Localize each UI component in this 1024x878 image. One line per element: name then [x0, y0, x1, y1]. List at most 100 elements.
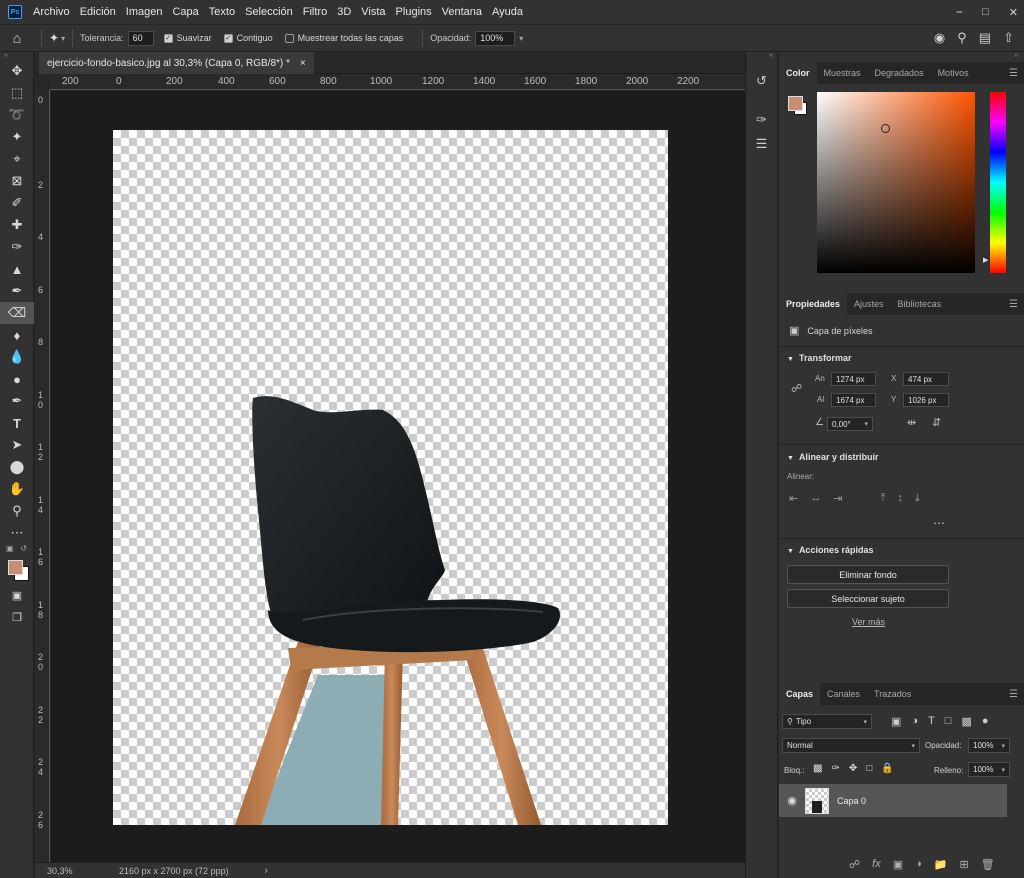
tab-gradients[interactable]: Degradados [868, 62, 931, 84]
eraser-tool-icon[interactable]: ⌫ [0, 302, 34, 324]
panel-menu-icon[interactable]: ☰ [1009, 68, 1018, 79]
paint-bucket-tool-icon[interactable]: ♦ [0, 324, 34, 346]
layer-opacity-input[interactable]: 100% ▾ [968, 738, 1010, 753]
chevron-down-icon[interactable]: ▾ [61, 34, 65, 43]
blur-tool-icon[interactable]: 💧 [0, 346, 34, 368]
tab-patterns[interactable]: Motivos [931, 62, 976, 84]
menu-filtro[interactable]: Filtro [298, 0, 332, 24]
remove-background-button[interactable]: Eliminar fondo [787, 565, 949, 584]
tab-swatches[interactable]: Muestras [817, 62, 868, 84]
default-colors-icon[interactable]: ▣ [6, 544, 14, 556]
menu-ayuda[interactable]: Ayuda [487, 0, 528, 24]
menu-seleccion[interactable]: Selección [240, 0, 298, 24]
align-left-icon[interactable]: ⇤ [789, 492, 798, 505]
opacity-input[interactable]: 100% [475, 30, 516, 46]
link-icon[interactable]: ☍ [791, 382, 802, 395]
visibility-eye-icon[interactable]: ◉ [779, 794, 805, 807]
brush-settings-icon[interactable]: ✑ [746, 108, 777, 132]
hue-slider[interactable] [990, 92, 1006, 273]
width-input[interactable]: 1274 px [831, 372, 876, 386]
menu-capa[interactable]: Capa [167, 0, 203, 24]
hue-slider-handle[interactable]: ▶ [983, 256, 988, 264]
frame-tool-icon[interactable]: ⊠ [0, 170, 34, 192]
hand-tool-icon[interactable]: ✋ [0, 478, 34, 500]
history-brush-tool-icon[interactable]: ✒ [0, 280, 34, 302]
type-tool-icon[interactable]: T [0, 412, 34, 434]
contiguous-option[interactable]: ✓ Contiguo [223, 33, 273, 43]
tab-paths[interactable]: Trazados [867, 683, 918, 705]
delete-layer-icon[interactable]: 🗑 [981, 858, 995, 871]
screen-mode-icon[interactable]: ❐ [0, 606, 34, 628]
align-center-v-icon[interactable]: ↕ [897, 492, 903, 505]
adjustment-layer-icon[interactable]: ◑ [915, 858, 922, 871]
quick-actions-section-header[interactable]: ▼ Acciones rápidas [787, 545, 873, 555]
checkbox-unchecked-icon[interactable] [284, 33, 294, 43]
move-tool-icon[interactable]: ✥ [0, 60, 34, 82]
foreground-color-swatch[interactable] [788, 96, 803, 111]
add-mask-icon[interactable]: ▣ [893, 858, 903, 871]
tab-adjustments[interactable]: Ajustes [847, 293, 891, 315]
collapse-icon[interactable]: » [0, 52, 33, 60]
link-layers-icon[interactable]: ☍ [849, 858, 860, 871]
home-icon[interactable]: ⌂ [0, 30, 34, 46]
color-picker-field[interactable] [817, 92, 975, 273]
align-top-icon[interactable]: ⤒ [880, 492, 885, 505]
eyedropper-tool-icon[interactable]: ✐ [0, 192, 34, 214]
collapse-icon[interactable]: « [746, 52, 777, 64]
new-layer-icon[interactable]: ⊞ [959, 858, 968, 871]
filter-pixel-icon[interactable]: ▣ [891, 715, 901, 728]
panel-menu-icon[interactable]: ☰ [1009, 299, 1018, 310]
path-selection-tool-icon[interactable]: ➤ [0, 434, 34, 456]
lasso-tool-icon[interactable]: ➰ [0, 104, 34, 126]
blend-mode-select[interactable]: Normal ▾ [782, 738, 920, 753]
marquee-tool-icon[interactable]: ⬚ [0, 82, 34, 104]
menu-3d[interactable]: 3D [332, 0, 356, 24]
menu-texto[interactable]: Texto [204, 0, 240, 24]
smooth-option[interactable]: ✓ Suavizar [163, 33, 212, 43]
menu-plugins[interactable]: Plugins [391, 0, 437, 24]
tab-layers[interactable]: Capas [779, 683, 821, 705]
tab-properties[interactable]: Propiedades [779, 293, 848, 315]
align-bottom-icon[interactable]: ⤓ [915, 492, 920, 505]
dodge-tool-icon[interactable]: ● [0, 368, 34, 390]
tab-libraries[interactable]: Bibliotecas [891, 293, 949, 315]
sample-all-layers-option[interactable]: Muestrear todas las capas [284, 33, 403, 43]
minimize-icon[interactable]: ⎯ [957, 6, 963, 19]
menu-vista[interactable]: Vista [356, 0, 390, 24]
fx-icon[interactable]: fx [872, 858, 881, 871]
more-tools-icon[interactable]: ⋯ [0, 522, 34, 544]
close-tab-icon[interactable]: × [300, 58, 306, 69]
filter-adjustment-icon[interactable]: ◑ [911, 715, 918, 728]
menu-edicion[interactable]: Edición [75, 0, 121, 24]
lock-transparency-icon[interactable]: ▩ [813, 763, 822, 774]
search-icon[interactable]: ⚲ [957, 30, 967, 46]
panel-menu-icon[interactable]: ☰ [1009, 689, 1018, 700]
document-canvas[interactable] [113, 130, 668, 825]
lock-position-icon[interactable]: ✥ [849, 763, 857, 774]
zoom-tool-icon[interactable]: ⚲ [0, 500, 34, 522]
zoom-level[interactable]: 30,3% [47, 866, 119, 876]
menu-archivo[interactable]: Archivo [28, 0, 75, 24]
document-tab[interactable]: ejercicio-fondo-basico.jpg al 30,3% (Cap… [39, 52, 314, 74]
align-center-h-icon[interactable]: ↔ [810, 492, 821, 505]
angle-input[interactable]: 0,00° ▾ [827, 417, 873, 431]
quick-mask-icon[interactable]: ▣ [0, 584, 34, 606]
maximize-icon[interactable]: □ [982, 6, 989, 18]
close-icon[interactable]: ✕ [1009, 6, 1018, 19]
layer-row[interactable]: ◉ Capa 0 [779, 784, 1007, 817]
chevron-down-icon[interactable]: ▼ [787, 356, 794, 363]
healing-brush-tool-icon[interactable]: ✚ [0, 214, 34, 236]
checkbox-checked-icon[interactable]: ✓ [163, 33, 173, 43]
layer-name[interactable]: Capa 0 [837, 796, 866, 806]
menu-ventana[interactable]: Ventana [437, 0, 487, 24]
lock-all-icon[interactable]: 🔒 [881, 763, 893, 774]
menu-imagen[interactable]: Imagen [121, 0, 168, 24]
fill-input[interactable]: 100% ▾ [968, 762, 1010, 777]
magic-eraser-tool-icon[interactable]: ✦ [49, 31, 59, 45]
workspace-icon[interactable]: ▤ [979, 30, 991, 46]
transform-section-header[interactable]: ▼ Transformar [787, 353, 851, 363]
share-icon[interactable]: ⇧ [1003, 30, 1014, 46]
crop-tool-icon[interactable]: ⌖ [0, 148, 34, 170]
see-more-link[interactable]: Ver más [852, 617, 885, 627]
adjustments-sliders-icon[interactable]: ☰ [746, 132, 777, 156]
